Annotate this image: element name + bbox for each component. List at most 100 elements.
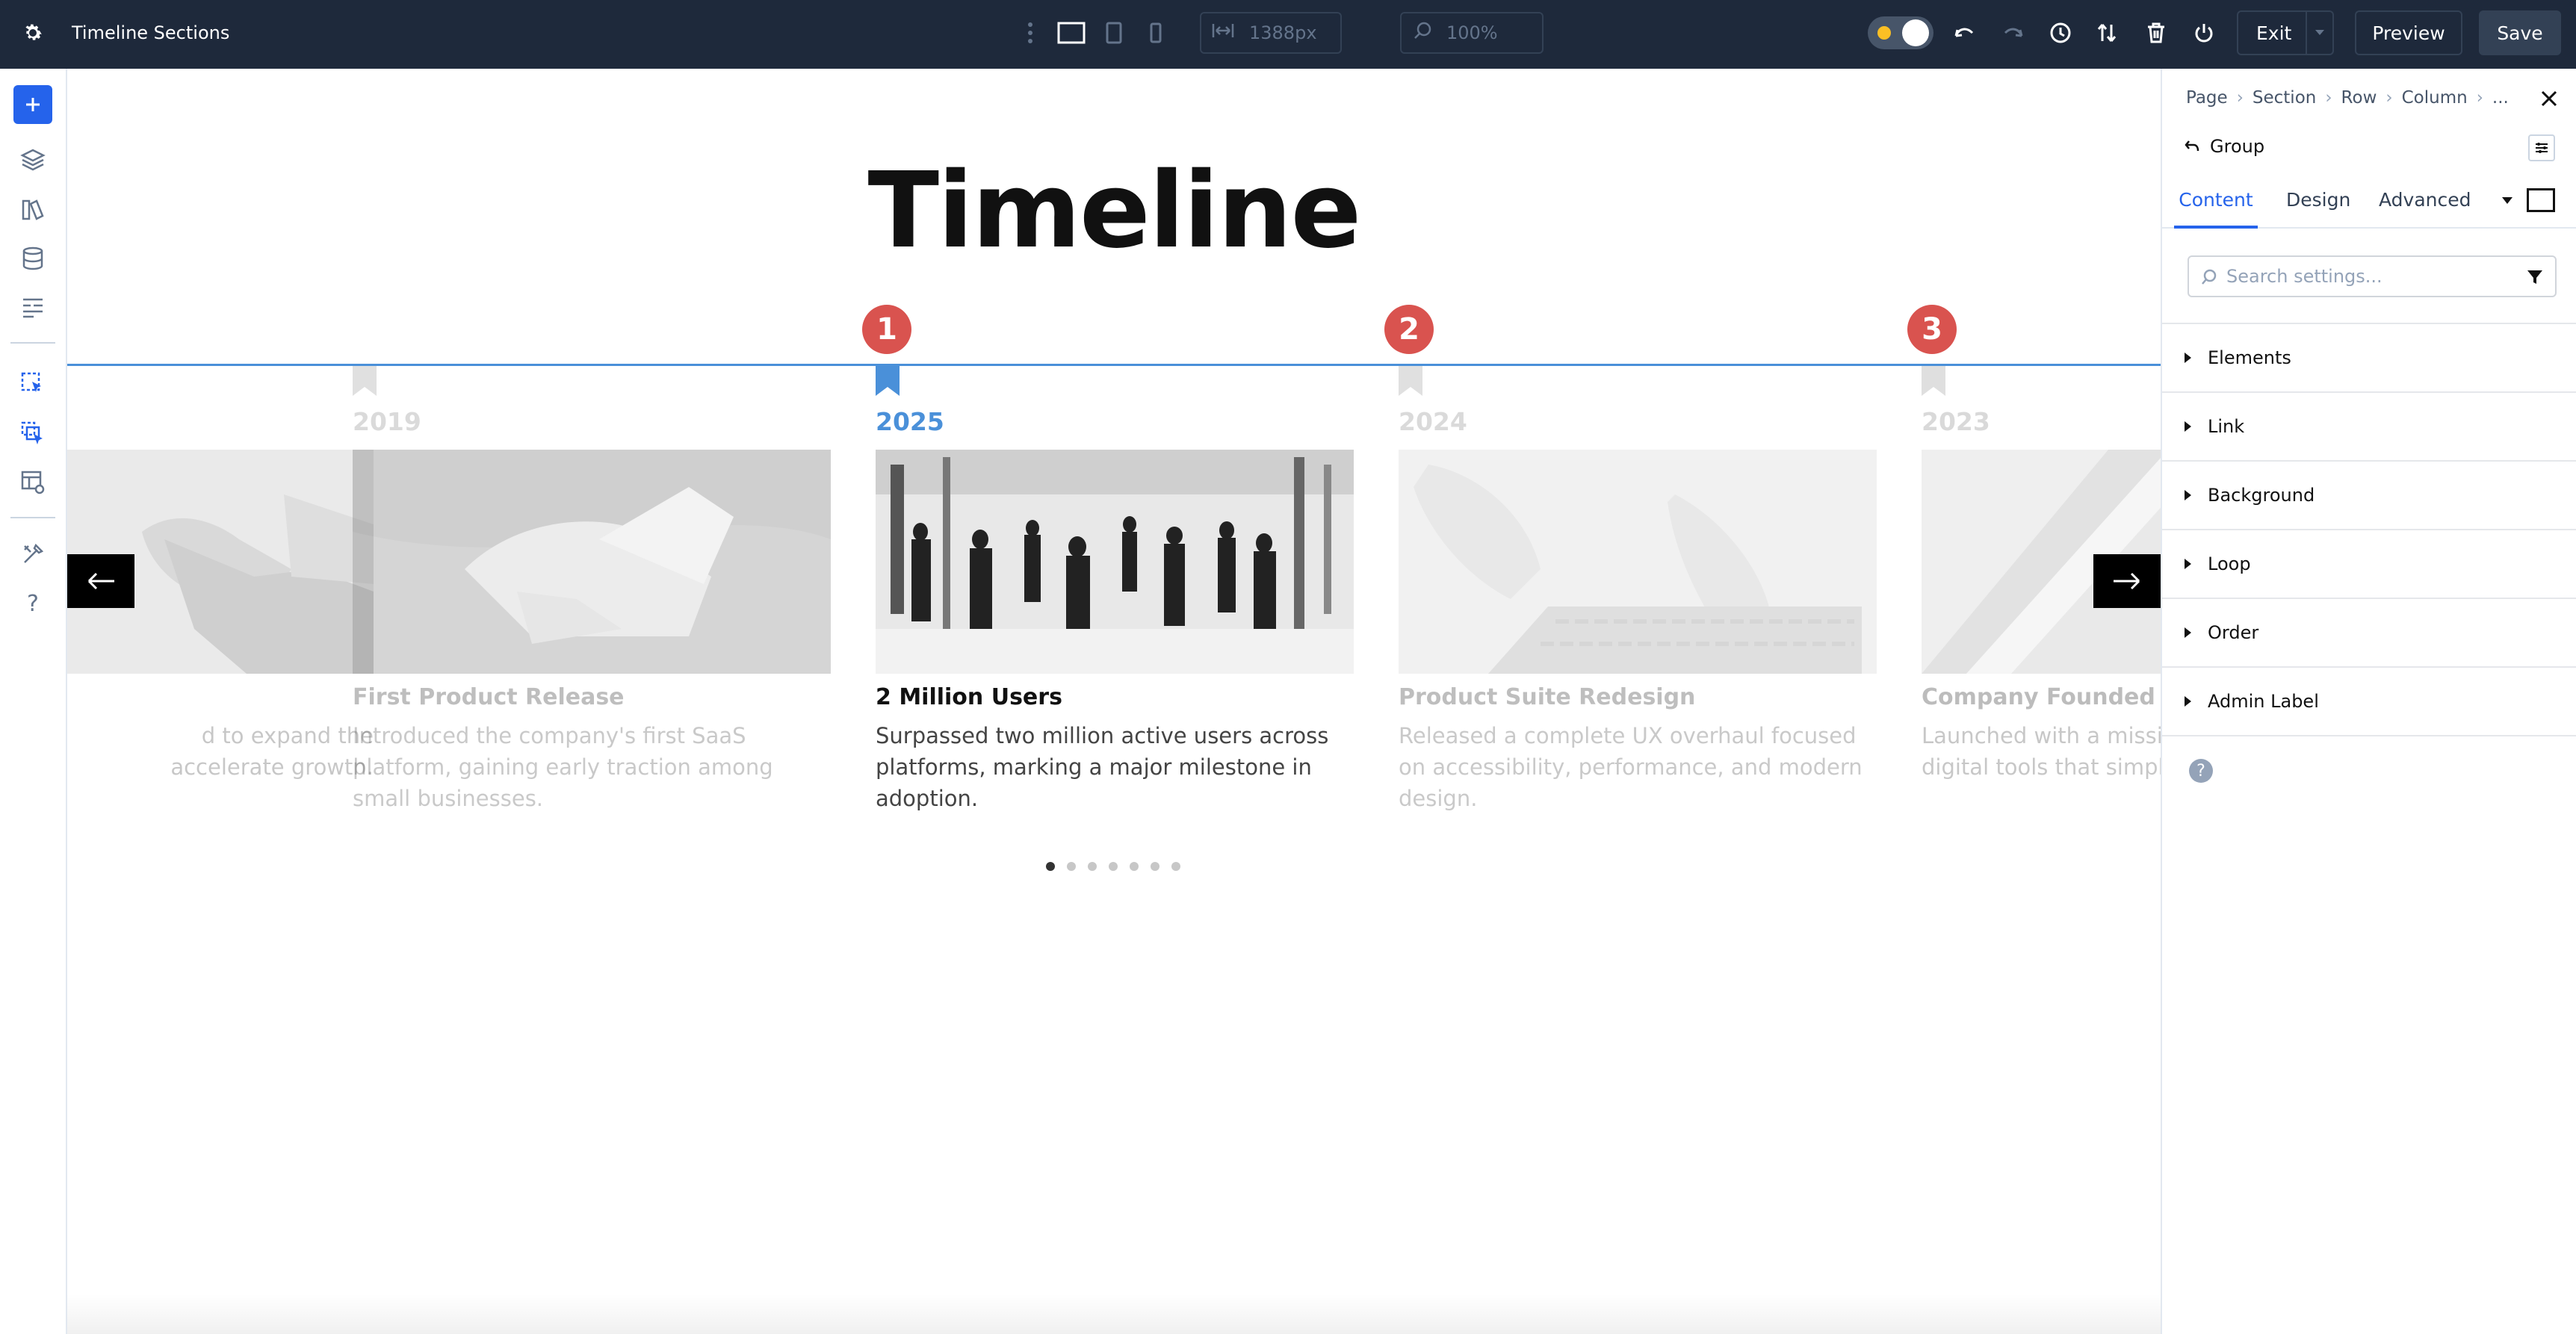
tab-design[interactable]: Design xyxy=(2286,179,2350,229)
section-order[interactable]: Order xyxy=(2162,599,2576,668)
expand-triangle-icon xyxy=(2185,559,2191,569)
database-icon[interactable] xyxy=(13,239,52,278)
help-icon[interactable]: ? xyxy=(13,584,52,623)
tablet-view-icon[interactable] xyxy=(1101,18,1127,48)
template-preview-icon[interactable] xyxy=(13,463,52,502)
tab-content[interactable]: Content xyxy=(2174,179,2258,229)
breadcrumb: Page › Section › Row › Column › ... xyxy=(2186,88,2509,108)
help-circle-icon[interactable]: ? xyxy=(2189,759,2213,783)
width-value: 1388px xyxy=(1249,22,1317,43)
phone-view-icon[interactable] xyxy=(1145,18,1167,48)
card-year: 2025 xyxy=(876,407,944,436)
layout-settings-icon[interactable] xyxy=(2528,134,2555,161)
prev-arrow-button[interactable] xyxy=(67,554,134,608)
close-icon[interactable] xyxy=(2537,87,2561,111)
filter-icon[interactable] xyxy=(2527,269,2543,285)
exit-button[interactable]: Exit xyxy=(2237,10,2334,55)
group-row: Group xyxy=(2185,136,2264,157)
bookmark-flag-icon xyxy=(1922,366,1945,396)
carousel-dot[interactable] xyxy=(1088,862,1097,871)
carousel-dot[interactable] xyxy=(1151,862,1159,871)
section-label: Order xyxy=(2208,622,2259,643)
preview-label: Preview xyxy=(2372,22,2445,44)
settings-panel: Page › Section › Row › Column › ... Group Co… xyxy=(2161,69,2576,1334)
select-multiple-icon[interactable] xyxy=(13,414,52,453)
carousel-dots xyxy=(1046,862,1180,871)
carousel-dot[interactable] xyxy=(1067,862,1076,871)
marker-1: 1 xyxy=(862,305,911,354)
theme-toggle[interactable] xyxy=(1868,16,1933,49)
breadcrumb-more[interactable]: ... xyxy=(2492,88,2509,108)
zoom-search-icon xyxy=(1414,21,1433,45)
undo-icon[interactable] xyxy=(1950,18,1980,48)
breadcrumb-page[interactable]: Page xyxy=(2186,88,2228,108)
card-year: 2019 xyxy=(353,407,421,436)
breadcrumb-section[interactable]: Section xyxy=(2253,88,2316,108)
carousel-dot[interactable] xyxy=(1046,862,1055,871)
settings-tabs: Content Design Advanced xyxy=(2162,179,2576,229)
builder-canvas: Timeline 1 2 3 d to expand the accelerat… xyxy=(67,69,2161,1334)
zoom-field[interactable]: 100% xyxy=(1400,12,1544,54)
bookmark-flag-icon xyxy=(876,366,900,396)
trash-icon[interactable] xyxy=(2141,18,2171,48)
section-admin-label[interactable]: Admin Label xyxy=(2162,668,2576,736)
card-description: Launched with a mission to digital tools… xyxy=(1922,723,2161,780)
next-arrow-button[interactable] xyxy=(2093,554,2161,608)
tab-advanced[interactable]: Advanced xyxy=(2379,179,2471,229)
search-settings-input[interactable]: Search settings... xyxy=(2188,255,2557,297)
canvas-width-field[interactable]: 1388px xyxy=(1200,12,1342,54)
save-button[interactable]: Save xyxy=(2479,10,2561,55)
preview-button[interactable]: Preview xyxy=(2355,10,2462,55)
section-loop[interactable]: Loop xyxy=(2162,530,2576,599)
canvas-bottom-shadow xyxy=(67,1294,2161,1334)
arrow-left-icon xyxy=(87,572,114,590)
card-title: Company Founded xyxy=(1922,684,2155,710)
select-element-icon[interactable] xyxy=(13,364,52,403)
page-title: Timeline Sections xyxy=(72,22,230,43)
timeline-heading[interactable]: Timeline xyxy=(67,154,2161,269)
section-background[interactable]: Background xyxy=(2162,462,2576,530)
layout-icon[interactable] xyxy=(13,288,52,327)
bookmark-flag-icon xyxy=(353,366,377,396)
breadcrumb-column[interactable]: Column xyxy=(2402,88,2468,108)
sidebar-divider xyxy=(10,342,55,344)
section-link[interactable]: Link xyxy=(2162,393,2576,462)
add-element-button[interactable] xyxy=(13,85,52,124)
width-icon xyxy=(1212,22,1234,43)
card-year: 2024 xyxy=(1399,407,1467,436)
card-title: 2 Million Users xyxy=(876,684,1062,710)
breadcrumb-row[interactable]: Row xyxy=(2341,88,2377,108)
card-year: 2023 xyxy=(1922,407,1990,436)
sort-arrows-icon[interactable] xyxy=(2092,18,2122,48)
card-description: Introduced the company's first SaaS plat… xyxy=(353,723,773,811)
tabs-dropdown-icon[interactable] xyxy=(2501,194,2513,208)
search-icon xyxy=(2202,269,2217,285)
settings-gear-icon[interactable] xyxy=(18,18,48,48)
save-label: Save xyxy=(2497,22,2543,44)
carousel-dot[interactable] xyxy=(1171,862,1180,871)
expand-triangle-icon xyxy=(2185,627,2191,638)
carousel-dot[interactable] xyxy=(1130,862,1139,871)
card-image-laptop xyxy=(1399,450,1877,674)
history-icon[interactable] xyxy=(2046,18,2075,48)
more-vertical-icon[interactable] xyxy=(1021,18,1040,48)
library-icon[interactable] xyxy=(13,190,52,229)
sidebar-divider xyxy=(10,517,55,518)
redo-icon[interactable] xyxy=(1998,18,2028,48)
desktop-view-icon[interactable] xyxy=(1056,18,1086,48)
top-toolbar: Timeline Sections 1388px 100% Exit Previ… xyxy=(0,0,2576,69)
exit-dropdown-icon[interactable] xyxy=(2306,12,2332,54)
preset-box-icon[interactable] xyxy=(2527,188,2555,212)
zoom-value: 100% xyxy=(1446,22,1498,43)
card-description: Surpassed two million active users acros… xyxy=(876,723,1329,811)
timeline-line xyxy=(67,364,2161,366)
marker-2: 2 xyxy=(1384,305,1434,354)
section-elements[interactable]: Elements xyxy=(2162,324,2576,393)
layers-icon[interactable] xyxy=(13,140,52,179)
arrow-right-icon xyxy=(2114,572,2140,590)
carousel-dot[interactable] xyxy=(1109,862,1118,871)
back-arrow-icon[interactable] xyxy=(2185,139,2199,154)
tools-icon[interactable] xyxy=(13,535,52,574)
power-icon[interactable] xyxy=(2189,18,2219,48)
card-title: First Product Release xyxy=(353,684,625,710)
